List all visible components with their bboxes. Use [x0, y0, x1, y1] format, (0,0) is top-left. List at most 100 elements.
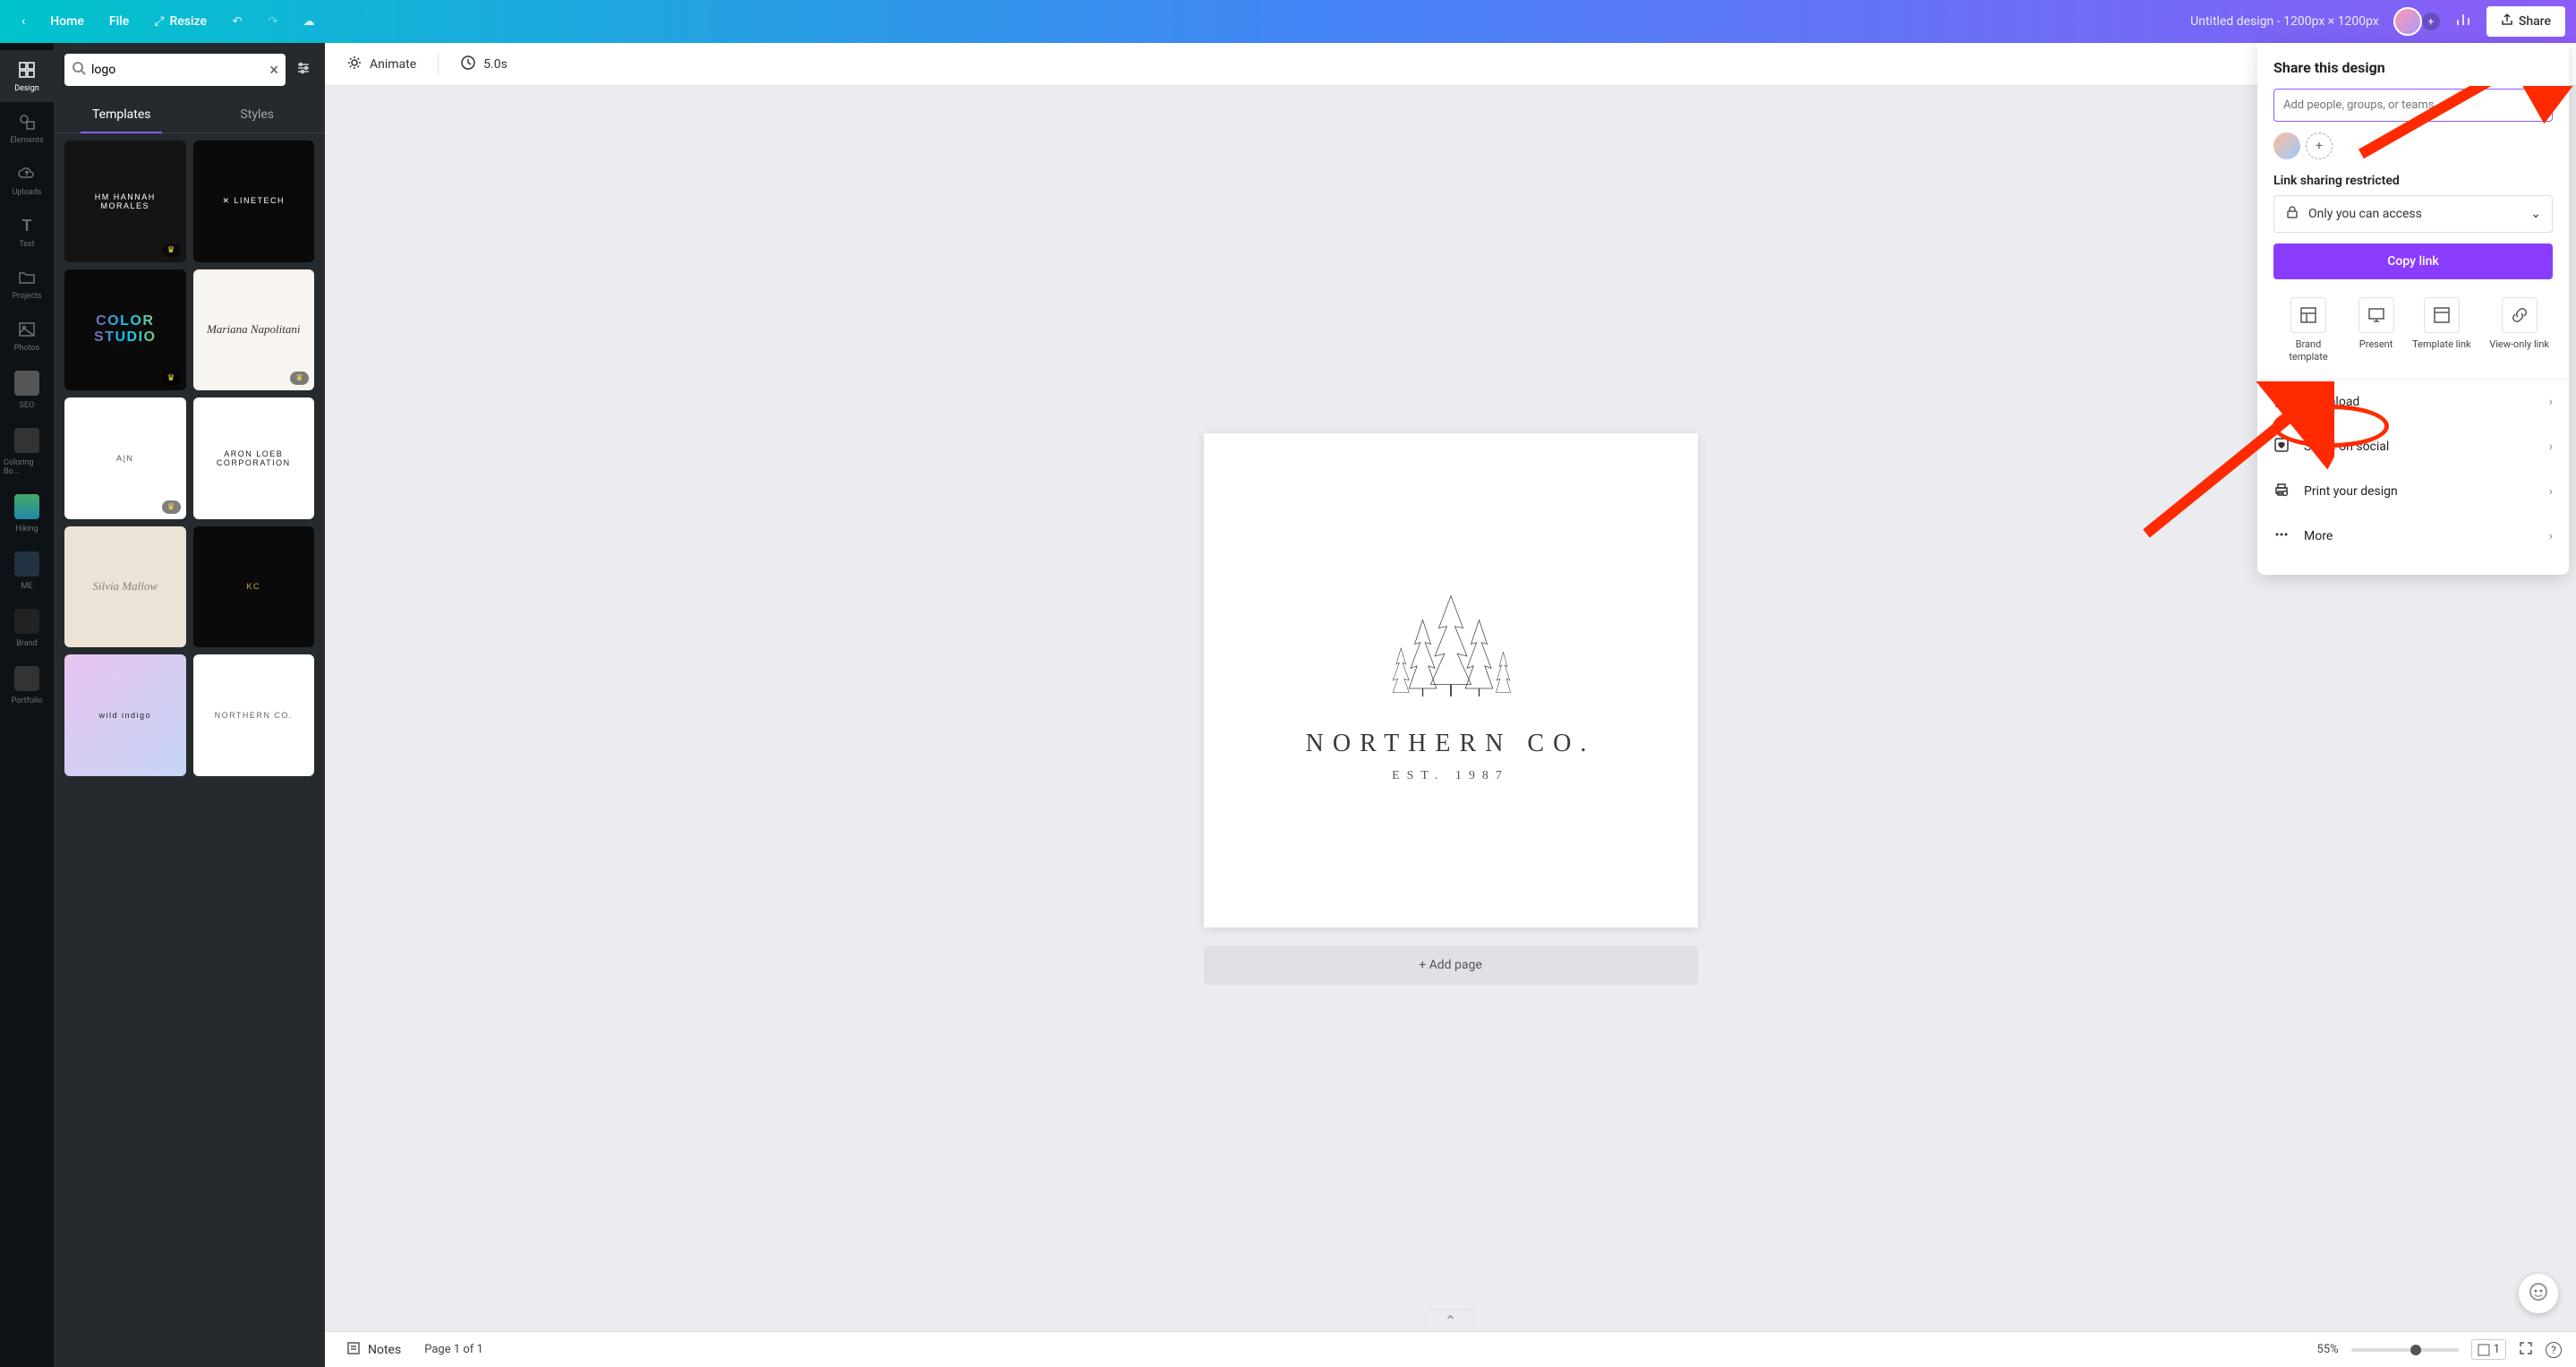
- owner-avatar[interactable]: [2273, 132, 2300, 159]
- chart-icon: [2455, 12, 2471, 31]
- share-option-layout[interactable]: Brand template: [2277, 297, 2340, 364]
- trees-illustration: [1370, 577, 1531, 703]
- chevron-left-icon: ‹: [21, 14, 25, 29]
- nav-projects[interactable]: Projects: [0, 258, 54, 310]
- redo-icon: ↷: [268, 15, 277, 29]
- tab-styles[interactable]: Styles: [190, 97, 326, 132]
- page-grid-button[interactable]: 1: [2471, 1339, 2506, 1360]
- action-heart[interactable]: Share on social›: [2257, 424, 2569, 469]
- lock-icon: [2285, 205, 2299, 223]
- template-label: Mariana Napolitani: [200, 322, 307, 337]
- template-card[interactable]: HM HANNAH MORALES♛: [64, 141, 186, 262]
- chevron-right-icon: ›: [2549, 529, 2553, 543]
- premium-badge: ♛: [290, 372, 309, 385]
- copy-link-button[interactable]: Copy link: [2273, 243, 2553, 279]
- nav-portfolio[interactable]: Portfolio: [0, 657, 54, 714]
- bottombar: Notes Page 1 of 1 55% 1 ?: [325, 1331, 2576, 1367]
- share-option-link[interactable]: View-only link: [2489, 297, 2549, 364]
- download-icon: [2273, 392, 2291, 412]
- toolbar-divider: [438, 54, 439, 75]
- insights-button[interactable]: [2447, 5, 2479, 38]
- nav-design[interactable]: Design: [0, 50, 54, 102]
- page-expand-handle[interactable]: ⌃: [1427, 1311, 1474, 1331]
- zoom-thumb[interactable]: [2410, 1345, 2421, 1355]
- search-input[interactable]: [86, 63, 269, 77]
- sidebar-tabs: Templates Styles: [54, 97, 325, 133]
- seo-thumb-icon: [14, 371, 39, 396]
- nav-elements[interactable]: Elements: [0, 102, 54, 154]
- fullscreen-button[interactable]: [2519, 1341, 2533, 1359]
- nav-brand[interactable]: Brand: [0, 600, 54, 657]
- template-card[interactable]: wild indigo: [64, 654, 186, 776]
- share-panel-title: Share this design: [2273, 59, 2553, 76]
- chevron-right-icon: ›: [2549, 484, 2553, 499]
- logo-subtitle[interactable]: EST. 1987: [1392, 769, 1509, 783]
- action-download[interactable]: Download›: [2257, 380, 2569, 424]
- share-actions-list: Download›Share on social›Print your desi…: [2257, 379, 2569, 559]
- option-label: Template link: [2412, 338, 2471, 351]
- premium-badge: ♛: [162, 372, 181, 385]
- share-avatars: +: [2273, 132, 2553, 159]
- action-print[interactable]: Print your design›: [2257, 469, 2569, 514]
- chevron-down-icon: ⌄: [2530, 207, 2541, 221]
- add-person-button[interactable]: +: [2306, 132, 2333, 159]
- zoom-slider[interactable]: [2351, 1348, 2459, 1352]
- nav-me[interactable]: ME: [0, 543, 54, 600]
- nav-coloring[interactable]: Coloring Bo...: [0, 419, 54, 485]
- assistant-bubble[interactable]: [2519, 1274, 2558, 1313]
- template-label: wild indigo: [91, 711, 158, 720]
- canvas-viewport[interactable]: NORTHERN CO. EST. 1987 + Add page ⌃: [325, 86, 2576, 1331]
- topbar: ‹ Home File ⤢Resize ↶ ↷ ☁ Untitled desig…: [0, 0, 2576, 43]
- heart-icon: [2273, 437, 2291, 457]
- undo-button[interactable]: ↶: [221, 5, 253, 38]
- share-button[interactable]: Share: [2486, 6, 2565, 37]
- notes-button[interactable]: Notes: [339, 1336, 408, 1364]
- zoom-level[interactable]: 55%: [2317, 1343, 2339, 1356]
- template-card[interactable]: A|N♛: [64, 397, 186, 519]
- template-card[interactable]: KC: [193, 526, 315, 648]
- filter-button[interactable]: [293, 59, 314, 81]
- logo-title[interactable]: NORTHERN CO.: [1306, 730, 1596, 758]
- tab-templates[interactable]: Templates: [54, 97, 190, 132]
- add-page-button[interactable]: + Add page: [1204, 945, 1698, 985]
- nav-uploads[interactable]: Uploads: [0, 154, 54, 206]
- back-button[interactable]: ‹: [11, 7, 36, 36]
- cloud-sync-button[interactable]: ☁: [293, 5, 325, 38]
- nav-rail: Design Elements Uploads TText Projects P…: [0, 43, 54, 1367]
- page-indicator[interactable]: Page 1 of 1: [424, 1343, 483, 1356]
- document-title[interactable]: Untitled design - 1200px × 1200px: [2190, 14, 2379, 29]
- resize-button[interactable]: ⤢Resize: [143, 7, 218, 36]
- search-box: ×: [64, 54, 286, 86]
- template-card[interactable]: ✕ LINETECH: [193, 141, 315, 262]
- template-card[interactable]: NORTHERN CO.: [193, 654, 315, 776]
- home-button[interactable]: Home: [39, 7, 95, 36]
- nav-seo[interactable]: SEO: [0, 362, 54, 419]
- duration-button[interactable]: 5.0s: [453, 49, 515, 80]
- redo-button[interactable]: ↷: [257, 5, 289, 38]
- share-option-template[interactable]: Template link: [2412, 297, 2471, 364]
- add-collaborator-badge[interactable]: +: [2422, 13, 2440, 30]
- share-option-present[interactable]: Present: [2358, 297, 2394, 364]
- animate-button[interactable]: Animate: [339, 49, 423, 80]
- nav-hiking[interactable]: Hiking: [0, 485, 54, 543]
- user-avatar[interactable]: [2393, 7, 2422, 36]
- template-card[interactable]: ARON LOEB CORPORATION: [193, 397, 315, 519]
- share-people-input[interactable]: [2273, 89, 2553, 122]
- action-more[interactable]: More›: [2257, 514, 2569, 559]
- print-icon: [2273, 482, 2291, 501]
- share-panel: Share this design + Link sharing restric…: [2257, 43, 2569, 575]
- template-card[interactable]: Silvia Mallow: [64, 526, 186, 648]
- text-icon: T: [16, 215, 38, 236]
- help-button[interactable]: ?: [2546, 1342, 2562, 1358]
- nav-photos[interactable]: Photos: [0, 310, 54, 362]
- template-label: ARON LOEB CORPORATION: [193, 449, 315, 467]
- file-button[interactable]: File: [98, 7, 140, 36]
- clear-search-icon[interactable]: ×: [269, 61, 278, 80]
- template-card[interactable]: COLOR STUDIO♛: [64, 269, 186, 391]
- template-card[interactable]: Mariana Napolitani ♛: [193, 269, 315, 391]
- design-canvas[interactable]: NORTHERN CO. EST. 1987: [1204, 433, 1698, 927]
- access-dropdown[interactable]: Only you can access ⌄: [2273, 195, 2553, 233]
- template-label: Silvia Mallow: [85, 579, 165, 594]
- cloud-icon: ☁: [303, 15, 314, 29]
- nav-text[interactable]: TText: [0, 206, 54, 258]
